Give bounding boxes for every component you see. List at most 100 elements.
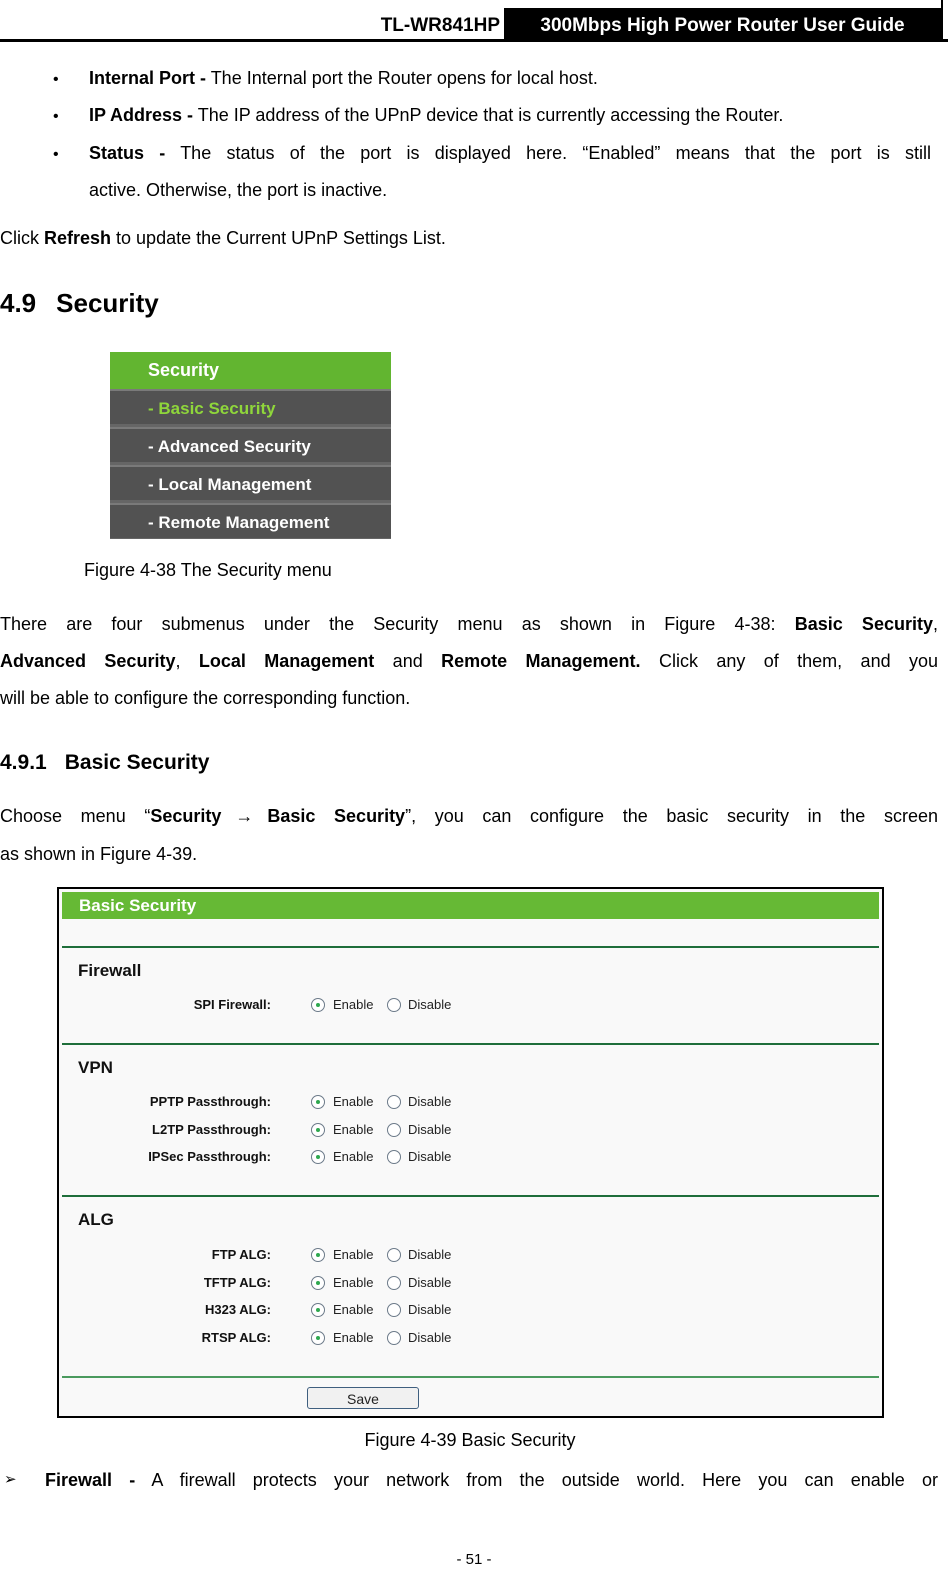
text: , [932,614,938,634]
row-label: L2TP Passthrough: [152,1122,271,1137]
row-l2tp-passthrough: L2TP Passthrough: Enable Disable [59,1120,559,1140]
text: to update the Current UPnP Settings List… [111,228,446,248]
header-model: TL-WR841HP [380,15,500,36]
refresh-paragraph: Click Refresh to update the Current UPnP… [0,228,446,248]
term: Remote Management. [441,651,641,671]
row-h323-alg: H323 ALG: Enable Disable [59,1300,559,1320]
radio-enable[interactable] [311,1276,325,1290]
submenus-paragraph-line3: will be able to configure the correspond… [0,688,411,708]
menu-item-remote-management[interactable]: - Remote Management [110,503,391,538]
text: Choose menu “ [0,806,151,826]
choose-paragraph-line2: as shown in Figure 4-39. [0,844,198,864]
menu-header-security[interactable]: Security [110,352,391,389]
bullet-term: Status - [89,143,166,163]
term: Firewall - [45,1470,136,1490]
radio-disable[interactable] [387,1095,401,1109]
radio-disable[interactable] [387,1150,401,1164]
menu-item-basic-security[interactable]: - Basic Security [110,389,391,424]
term: Basic Security [794,614,933,634]
save-button[interactable]: Save [307,1387,419,1409]
radio-disable[interactable] [387,1123,401,1137]
figure-39-caption: Figure 4-39 Basic Security [364,1430,576,1450]
bullet-internal-port: Internal Port - The Internal port the Ro… [89,68,598,88]
disable-label: Disable [408,1122,452,1137]
section-number: 4.9 [0,288,37,318]
disable-label: Disable [408,1275,452,1290]
disable-label: Disable [408,1149,452,1164]
bullet-dot-icon: • [53,146,59,163]
header-divider [941,0,943,41]
bullet-dot-icon: • [53,108,59,125]
radio-disable[interactable] [387,1303,401,1317]
bullet-term: IP Address - [89,105,194,125]
refresh-term: Refresh [44,228,112,248]
text: ”, you can configure the basic security … [405,806,938,826]
radio-enable[interactable] [311,1303,325,1317]
radio-enable[interactable] [311,1123,325,1137]
radio-disable[interactable] [387,1276,401,1290]
firewall-bullet: Firewall - A firewall protects your netw… [45,1470,938,1490]
row-pptp-passthrough: PPTP Passthrough: Enable Disable [59,1092,559,1112]
radio-disable[interactable] [387,1248,401,1262]
text: There are four submenus under the Securi… [0,614,795,634]
section-title: Security [56,288,159,318]
radio-enable[interactable] [311,1150,325,1164]
term: Local Management [198,651,375,671]
divider [62,1195,879,1197]
row-label: RTSP ALG: [201,1330,271,1345]
row-rtsp-alg: RTSP ALG: Enable Disable [59,1328,559,1348]
text: Click any of them, and you [640,651,939,671]
enable-label: Enable [333,1122,374,1137]
row-label: TFTP ALG: [203,1275,271,1290]
basic-security-panel: Basic Security Firewall SPI Firewall: En… [57,887,884,1418]
radio-enable[interactable] [311,1095,325,1109]
choose-paragraph-line1: Choose menu “Security → Basic Security”, y… [0,806,938,826]
radio-enable[interactable] [311,1331,325,1345]
radio-enable[interactable] [311,998,325,1012]
radio-disable[interactable] [387,998,401,1012]
divider [62,1043,879,1045]
radio-enable[interactable] [311,1248,325,1262]
enable-label: Enable [333,1149,374,1164]
term: Basic Security [267,806,406,826]
menu-item-advanced-security[interactable]: - Advanced Security [110,427,391,462]
subsection-heading: 4.9.1 Basic Security [0,751,209,775]
text: , [175,651,199,671]
arrow-right-icon: → [235,806,254,826]
row-label: SPI Firewall: [193,997,271,1012]
text: Click [0,228,44,248]
disable-label: Disable [408,1094,452,1109]
row-label: H323 ALG: [205,1302,271,1317]
enable-label: Enable [333,1302,374,1317]
bullet-dot-icon: • [53,71,59,88]
row-spi-firewall: SPI Firewall: Enable Disable [59,995,559,1015]
enable-label: Enable [333,997,374,1012]
submenus-paragraph-line1: There are four submenus under the Securi… [0,614,938,634]
term: Security [150,806,222,826]
security-menu: Security - Basic Security - Advanced Sec… [110,352,391,539]
row-label: FTP ALG: [211,1247,271,1262]
bullet-status: Status - The status of the port is displ… [89,143,931,163]
section-firewall: Firewall [78,961,142,980]
panel-title: Basic Security [62,892,879,919]
bullet-ip-address: IP Address - The IP address of the UPnP … [89,105,783,125]
row-ftp-alg: FTP ALG: Enable Disable [59,1245,559,1265]
disable-label: Disable [408,1247,452,1262]
submenus-paragraph-line2: Advanced Security, Local Management and … [0,651,938,671]
bullet-term: Internal Port - [89,68,207,88]
enable-label: Enable [333,1275,374,1290]
text: and [374,651,442,671]
text: A firewall protects your network from th… [135,1470,938,1490]
radio-disable[interactable] [387,1331,401,1345]
row-label: IPSec Passthrough: [148,1149,271,1164]
disable-label: Disable [408,997,452,1012]
enable-label: Enable [333,1247,374,1262]
divider [62,946,879,948]
bullet-text: The status of the port is displayed here… [165,143,931,163]
menu-item-local-management[interactable]: - Local Management [110,465,391,500]
page-number: - 51 - [456,1551,492,1568]
header-guide-title: 300Mbps High Power Router User Guide [504,8,941,39]
section-alg: ALG [78,1210,114,1229]
row-tftp-alg: TFTP ALG: Enable Disable [59,1273,559,1293]
arrow-bullet-icon: ➢ [4,1471,17,1488]
